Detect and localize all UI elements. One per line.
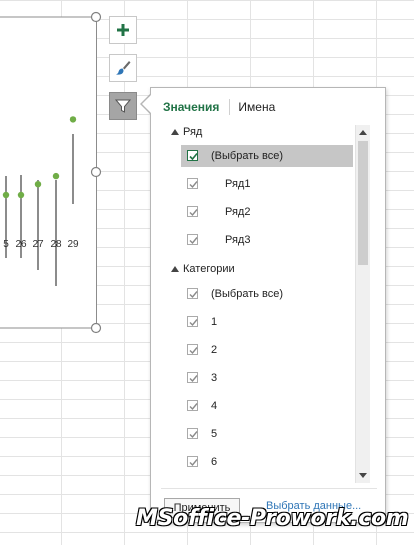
chart-elements-button[interactable] <box>109 16 137 44</box>
list-item-label: (Выбрать все) <box>211 288 284 300</box>
collapse-arrow-icon <box>171 129 179 135</box>
watermark: MSoffice-Prowork.com <box>135 505 409 531</box>
check-icon <box>189 209 198 217</box>
check-icon <box>189 375 198 383</box>
list-item-category[interactable]: 3 <box>151 367 353 389</box>
group-label: Категории <box>183 263 235 275</box>
list-scrollbar[interactable] <box>355 125 370 483</box>
x-tick-label: 27 <box>32 239 44 250</box>
list-item-label: (Выбрать все) <box>211 150 284 162</box>
list-item-label: 6 <box>211 456 218 468</box>
resize-handle-bottom-right[interactable] <box>90 322 102 334</box>
checkbox[interactable] <box>187 400 198 411</box>
chart-area[interactable]: 5 26 27 28 29 <box>0 0 110 340</box>
list-item-category[interactable]: 1 <box>151 311 353 333</box>
list-item-series-2[interactable]: Ряд2 <box>151 201 353 223</box>
collapse-arrow-icon <box>171 266 179 272</box>
check-icon <box>189 152 198 161</box>
chart-filters-panel: Значения Имена Ряд (Выбрать все) Ряд1 Ря… <box>150 87 386 523</box>
x-tick-label: 5 <box>3 239 9 250</box>
list-item-category[interactable]: 4 <box>151 395 353 417</box>
data-point[interactable] <box>52 172 60 180</box>
checkbox[interactable] <box>187 456 198 467</box>
scroll-down-icon[interactable] <box>359 473 367 478</box>
funnel-icon <box>114 99 132 113</box>
filter-list: Ряд (Выбрать все) Ряд1 Ряд2 Ряд3 Категор… <box>151 124 385 472</box>
checkbox[interactable] <box>187 428 198 439</box>
resize-handle-right[interactable] <box>90 166 102 178</box>
panel-pointer-fill <box>142 94 152 114</box>
check-icon <box>189 319 198 327</box>
list-item-label: Ряд3 <box>225 234 251 246</box>
brush-icon <box>116 61 131 75</box>
check-icon <box>189 237 198 245</box>
checkbox[interactable] <box>187 316 198 327</box>
checkbox[interactable] <box>187 150 198 161</box>
tab-divider <box>229 99 231 115</box>
list-item-label: 5 <box>211 428 218 440</box>
list-item-category[interactable]: 5 <box>151 423 353 445</box>
checkbox[interactable] <box>187 288 198 299</box>
checkbox[interactable] <box>187 234 198 245</box>
checkbox[interactable] <box>187 178 198 189</box>
x-tick-label: 29 <box>67 239 79 250</box>
list-item-categories-select-all[interactable]: (Выбрать все) <box>151 283 353 305</box>
data-point[interactable] <box>34 181 42 188</box>
group-header-series[interactable]: Ряд <box>151 124 353 143</box>
list-item-category[interactable]: 2 <box>151 339 353 361</box>
plus-icon <box>117 24 129 36</box>
chart-filters-button[interactable] <box>109 92 137 120</box>
group-header-categories[interactable]: Категории <box>151 258 353 280</box>
list-item-label: 1 <box>211 316 218 328</box>
checkbox[interactable] <box>187 344 198 355</box>
tab-values[interactable]: Значения <box>163 100 219 114</box>
list-item-label: Ряд2 <box>225 206 251 218</box>
panel-tabs: Значения Имена <box>163 97 275 117</box>
list-item-series-3[interactable]: Ряд3 <box>151 229 353 251</box>
data-point[interactable] <box>69 116 77 123</box>
list-item-category[interactable]: 6 <box>151 451 353 472</box>
scroll-thumb[interactable] <box>358 141 368 265</box>
check-icon <box>189 291 198 299</box>
list-item-series-select-all[interactable]: (Выбрать все) <box>181 145 353 167</box>
checkbox[interactable] <box>187 372 198 383</box>
footer-divider <box>161 488 377 489</box>
checkbox[interactable] <box>187 206 198 217</box>
x-tick-label: 26 <box>15 239 27 250</box>
group-label: Ряд <box>183 126 203 138</box>
check-icon <box>189 181 198 189</box>
x-tick-label: 28 <box>50 239 62 250</box>
check-icon <box>189 431 198 439</box>
check-icon <box>189 459 198 467</box>
check-icon <box>189 347 198 355</box>
list-item-label: 3 <box>211 372 218 384</box>
scroll-up-icon[interactable] <box>359 130 367 135</box>
tab-names[interactable]: Имена <box>238 100 275 114</box>
list-item-series-1[interactable]: Ряд1 <box>151 173 353 195</box>
data-point[interactable] <box>17 191 25 199</box>
data-point[interactable] <box>2 191 10 199</box>
list-item-label: 4 <box>211 400 218 412</box>
resize-handle-top-right[interactable] <box>90 11 102 23</box>
list-item-label: 2 <box>211 344 218 356</box>
chart-frame[interactable] <box>0 16 97 329</box>
list-item-label: Ряд1 <box>225 178 251 190</box>
chart-styles-button[interactable] <box>109 54 137 82</box>
check-icon <box>189 403 198 411</box>
